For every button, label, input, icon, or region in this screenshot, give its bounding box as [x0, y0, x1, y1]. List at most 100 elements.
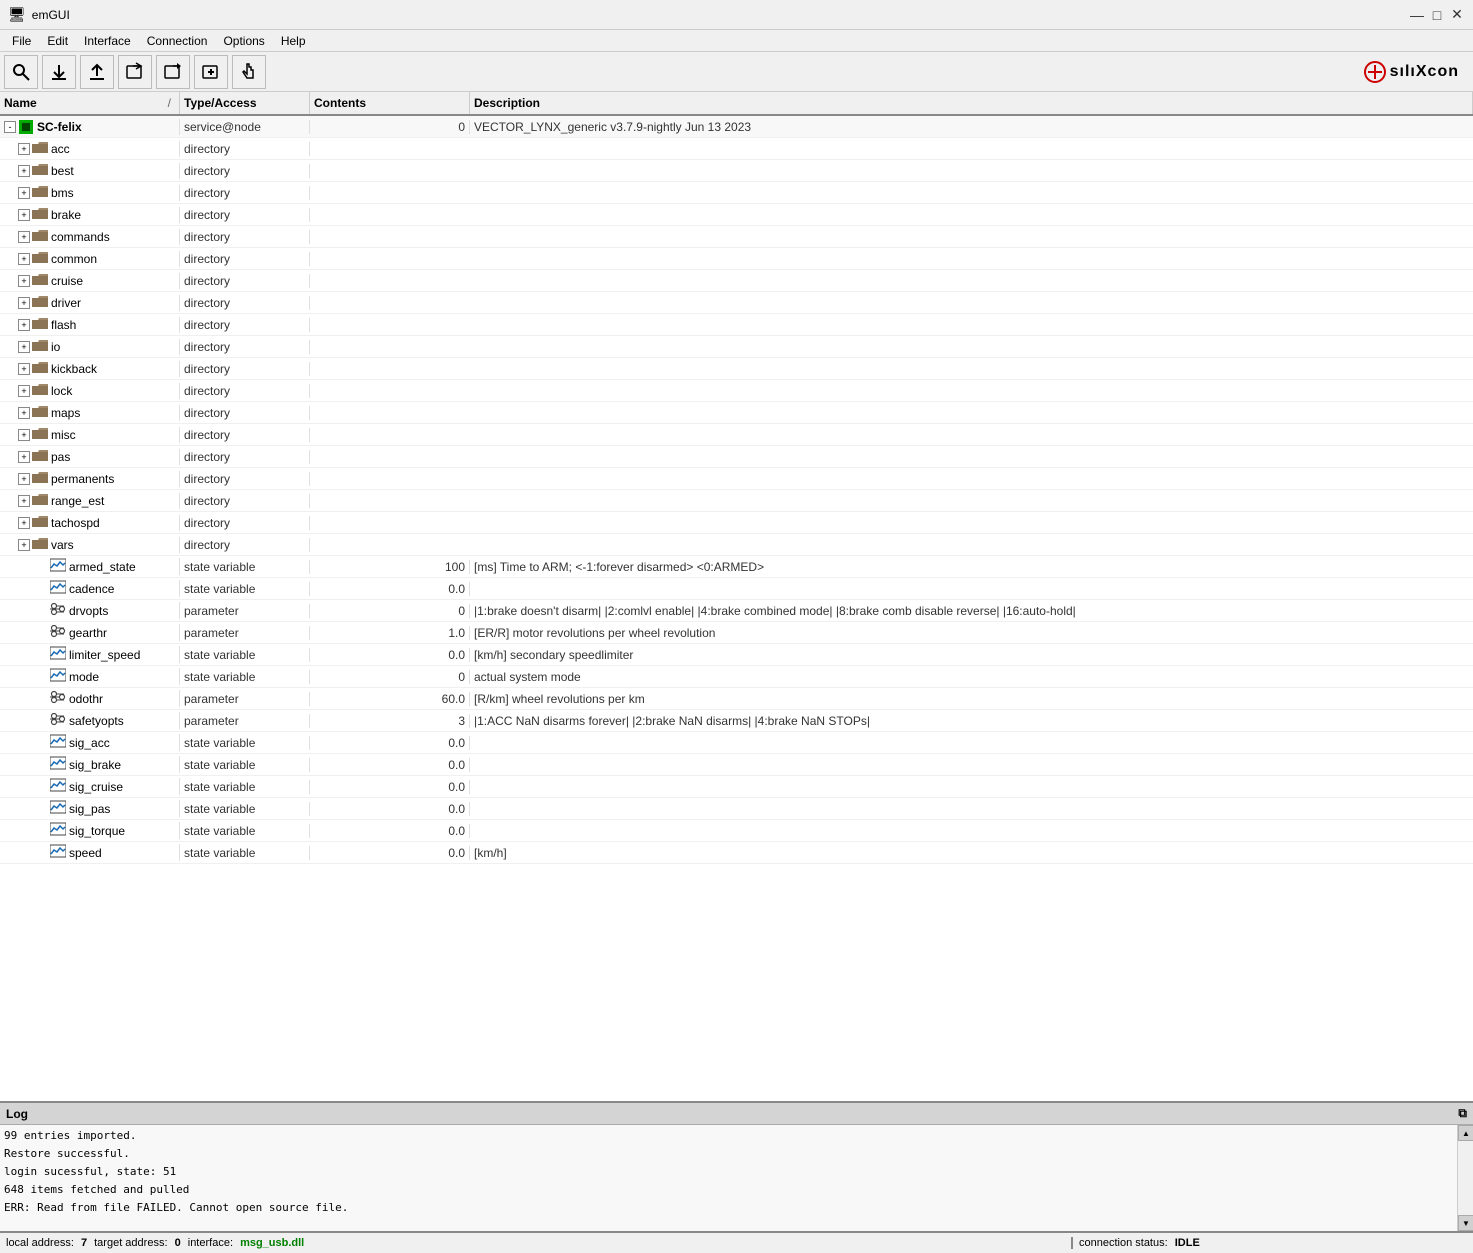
menu-edit[interactable]: Edit — [39, 32, 76, 50]
tree-row-armed_state[interactable]: armed_state state variable 100 [ms] Time… — [0, 556, 1473, 578]
tree-row-common[interactable]: + common directory — [0, 248, 1473, 270]
root-node-icon — [18, 119, 34, 135]
tree-row-driver[interactable]: + driver directory — [0, 292, 1473, 314]
tree-row-safetyopts[interactable]: safetyopts parameter 3 |1:ACC NaN disarm… — [0, 710, 1473, 732]
expand-common[interactable]: + — [18, 253, 30, 265]
log-entry: login sucessful, state: 51 — [4, 1163, 1453, 1181]
pointer-button[interactable] — [232, 55, 266, 89]
status-left: local address: 7 target address: 0 inter… — [0, 1237, 1073, 1249]
folder-icon-pas — [32, 449, 48, 465]
expand-cruise[interactable]: + — [18, 275, 30, 287]
log-entry: Restore successful. — [4, 1145, 1453, 1163]
tree-row-odothr[interactable]: odothr parameter 60.0 [R/km] wheel revol… — [0, 688, 1473, 710]
expand-io[interactable]: + — [18, 341, 30, 353]
tree-row-commands[interactable]: + commands directory — [0, 226, 1473, 248]
tree-row-root[interactable]: - SC-felix service@node 0 VECTOR_LYNX_ge… — [0, 116, 1473, 138]
folder-icon-misc — [32, 427, 48, 443]
folder-icon-best — [32, 163, 48, 179]
menu-connection[interactable]: Connection — [139, 32, 216, 50]
expand-commands[interactable]: + — [18, 231, 30, 243]
log-entry: 99 entries imported. — [4, 1127, 1453, 1145]
folder-icon-permanents — [32, 471, 48, 487]
tree-row-misc[interactable]: + misc directory — [0, 424, 1473, 446]
expand-driver[interactable]: + — [18, 297, 30, 309]
expand-kickback[interactable]: + — [18, 363, 30, 375]
add-button[interactable] — [194, 55, 228, 89]
menu-interface[interactable]: Interface — [76, 32, 139, 50]
tree-row-sig_torque[interactable]: sig_torque state variable 0.0 — [0, 820, 1473, 842]
tree-row-sig_cruise[interactable]: sig_cruise state variable 0.0 — [0, 776, 1473, 798]
node-name-limiter_speed: limiter_speed — [69, 648, 140, 662]
node-name-misc: misc — [51, 428, 76, 442]
local-address-label: local address: — [6, 1237, 74, 1249]
tree-row-io[interactable]: + io directory — [0, 336, 1473, 358]
param-icon-odothr — [50, 690, 66, 707]
node-name-flash: flash — [51, 318, 76, 332]
node-name-cruise: cruise — [51, 274, 83, 288]
tree-row-mode[interactable]: mode state variable 0 actual system mode — [0, 666, 1473, 688]
tree-row-pas[interactable]: + pas directory — [0, 446, 1473, 468]
node-name-odothr: odothr — [69, 692, 103, 706]
import-button[interactable] — [156, 55, 190, 89]
expand-vars[interactable]: + — [18, 539, 30, 551]
tree-row-limiter_speed[interactable]: limiter_speed state variable 0.0 [km/h] … — [0, 644, 1473, 666]
title-bar: 🖥 emGUI — □ ✕ — [0, 0, 1473, 30]
log-scroll-up[interactable]: ▲ — [1458, 1125, 1473, 1141]
log-area: Log ⧉ 99 entries imported.Restore succes… — [0, 1101, 1473, 1231]
search-button[interactable] — [4, 55, 38, 89]
tree-row-range_est[interactable]: + range_est directory — [0, 490, 1473, 512]
node-name-tachospd: tachospd — [51, 516, 100, 530]
tree-row-gearthr[interactable]: gearthr parameter 1.0 [ER/R] motor revol… — [0, 622, 1473, 644]
expand-best[interactable]: + — [18, 165, 30, 177]
expand-range_est[interactable]: + — [18, 495, 30, 507]
close-button[interactable]: ✕ — [1449, 7, 1465, 23]
expand-acc[interactable]: + — [18, 143, 30, 155]
col-header-name: Name / — [0, 92, 180, 114]
tree-row-vars[interactable]: + vars directory — [0, 534, 1473, 556]
tree-row-speed[interactable]: speed state variable 0.0 [km/h] — [0, 842, 1473, 864]
node-name-sig_brake: sig_brake — [69, 758, 121, 772]
tree-row-acc[interactable]: + acc directory — [0, 138, 1473, 160]
state-icon-sig_brake — [50, 756, 66, 773]
state-icon-sig_cruise — [50, 778, 66, 795]
tree-row-brake[interactable]: + brake directory — [0, 204, 1473, 226]
expand-misc[interactable]: + — [18, 429, 30, 441]
download-button[interactable] — [42, 55, 76, 89]
tree-row-flash[interactable]: + flash directory — [0, 314, 1473, 336]
export-button[interactable] — [118, 55, 152, 89]
menu-options[interactable]: Options — [215, 32, 272, 50]
tree-row-maps[interactable]: + maps directory — [0, 402, 1473, 424]
expand-tachospd[interactable]: + — [18, 517, 30, 529]
node-name-safetyopts: safetyopts — [69, 714, 124, 728]
node-name-commands: commands — [51, 230, 110, 244]
folder-icon-driver — [32, 295, 48, 311]
tree-row-bms[interactable]: + bms directory — [0, 182, 1473, 204]
tree-row-permanents[interactable]: + permanents directory — [0, 468, 1473, 490]
menu-help[interactable]: Help — [273, 32, 314, 50]
tree-row-drvopts[interactable]: drvopts parameter 0 |1:brake doesn't dis… — [0, 600, 1473, 622]
expand-bms[interactable]: + — [18, 187, 30, 199]
log-scroll-down[interactable]: ▼ — [1458, 1215, 1473, 1231]
menu-file[interactable]: File — [4, 32, 39, 50]
expand-flash[interactable]: + — [18, 319, 30, 331]
expand-brake[interactable]: + — [18, 209, 30, 221]
expand-root[interactable]: - — [4, 121, 16, 133]
maximize-button[interactable]: □ — [1429, 7, 1445, 23]
expand-permanents[interactable]: + — [18, 473, 30, 485]
log-scrollbar[interactable]: ▲ ▼ — [1457, 1125, 1473, 1231]
tree-row-lock[interactable]: + lock directory — [0, 380, 1473, 402]
tree-row-best[interactable]: + best directory — [0, 160, 1473, 182]
upload-button[interactable] — [80, 55, 114, 89]
tree-row-sig_brake[interactable]: sig_brake state variable 0.0 — [0, 754, 1473, 776]
expand-maps[interactable]: + — [18, 407, 30, 419]
expand-lock[interactable]: + — [18, 385, 30, 397]
expand-pas[interactable]: + — [18, 451, 30, 463]
tree-row-cruise[interactable]: + cruise directory — [0, 270, 1473, 292]
tree-row-cadence[interactable]: cadence state variable 0.0 — [0, 578, 1473, 600]
tree-row-sig_acc[interactable]: sig_acc state variable 0.0 — [0, 732, 1473, 754]
tree-row-kickback[interactable]: + kickback directory — [0, 358, 1473, 380]
tree-row-sig_pas[interactable]: sig_pas state variable 0.0 — [0, 798, 1473, 820]
minimize-button[interactable]: — — [1409, 7, 1425, 23]
tree-row-tachospd[interactable]: + tachospd directory — [0, 512, 1473, 534]
folder-icon-cruise — [32, 273, 48, 289]
